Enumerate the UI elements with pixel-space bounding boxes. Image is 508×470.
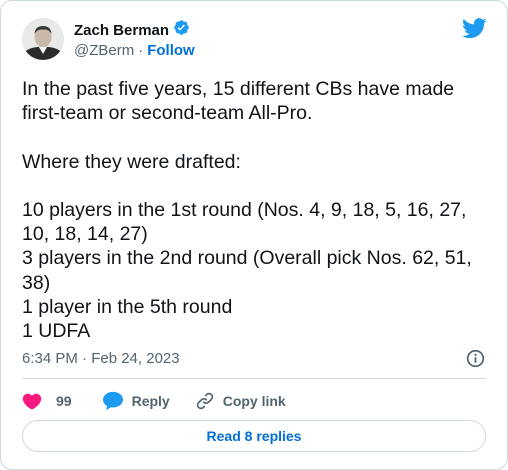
separator-dot: · [138, 42, 144, 59]
author-handle-row: @ZBerm · Follow [74, 42, 195, 59]
tweet-actions: 99 Reply Copy link [22, 389, 286, 413]
avatar-image [22, 18, 64, 60]
read-replies-button[interactable]: Read 8 replies [22, 420, 486, 452]
author-name-row: Zach Berman [74, 19, 190, 41]
actions-divider [22, 378, 486, 379]
verified-badge-icon [173, 19, 190, 41]
like-count: 99 [56, 393, 72, 409]
reply-button[interactable]: Reply [102, 391, 170, 411]
tweet-card: Zach Berman @ZBerm · Follow In the past … [0, 0, 508, 470]
link-icon [195, 391, 215, 411]
twitter-bird-icon[interactable] [462, 18, 487, 39]
heart-icon [22, 392, 42, 410]
info-icon[interactable] [466, 349, 485, 368]
reply-label: Reply [131, 393, 170, 409]
like-button[interactable]: 99 [22, 392, 72, 410]
avatar[interactable] [22, 18, 64, 60]
copy-link-button[interactable]: Copy link [195, 391, 286, 411]
copy-link-label: Copy link [222, 393, 286, 409]
tweet-text: In the past five years, 15 different CBs… [22, 78, 472, 343]
tweet-timestamp[interactable]: 6:34 PM · Feb 24, 2023 [22, 350, 180, 367]
follow-link[interactable]: Follow [147, 42, 195, 59]
author-handle[interactable]: @ZBerm [74, 42, 134, 59]
author-name[interactable]: Zach Berman [74, 22, 169, 39]
speech-bubble-icon [102, 391, 124, 411]
